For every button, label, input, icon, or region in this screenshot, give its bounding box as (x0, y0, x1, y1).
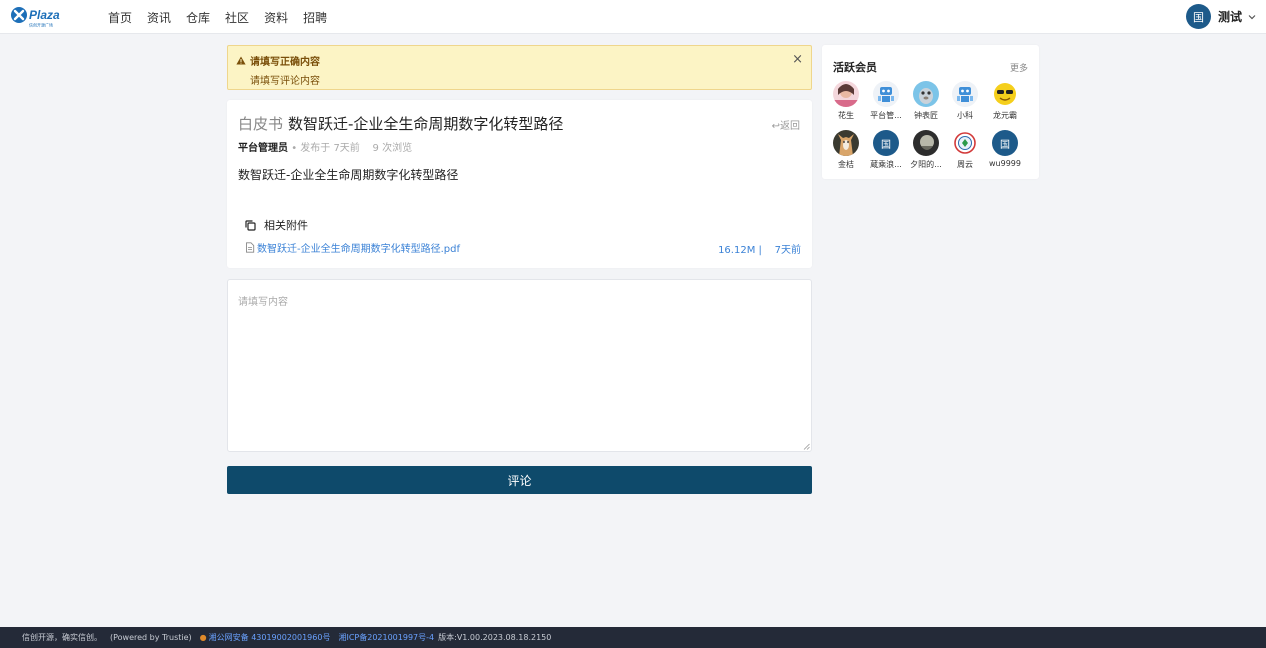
attachment-link[interactable]: 数智跃迁-企业全生命周期数字化转型路径.pdf (245, 240, 460, 255)
footer-slogan: 信创开源，确实信创。 (22, 633, 102, 642)
svg-text:Plaza: Plaza (29, 8, 60, 22)
attachment-time: 7天前 (774, 245, 801, 256)
close-icon[interactable]: × (792, 52, 803, 67)
active-members-panel: 活跃会员 更多 花生 平台管... 钟表匠 小科 龙元霸金桔 国蔵乘浪... 夕阳的... 周… (822, 45, 1039, 179)
member-name: 周云 (957, 160, 973, 169)
user-avatar: 国 (1185, 4, 1211, 29)
chevron-down-icon (1248, 14, 1256, 19)
comment-submit-button[interactable]: 评论 (227, 466, 812, 494)
alert-title: 请填写正确内容 (236, 53, 320, 68)
back-icon: ↩ (771, 121, 780, 132)
attachments-heading: 相关附件 (245, 217, 308, 233)
validation-alert: 请填写正确内容 请填写评论内容 × (227, 45, 812, 90)
member-name: 平台管... (870, 111, 902, 120)
member-avatar (833, 130, 859, 156)
footer-police-link[interactable]: 湘公网安备 43019002001960号 (209, 632, 331, 643)
post-author[interactable]: 平台管理员 (238, 143, 288, 154)
member-item[interactable]: 周云 (947, 130, 983, 170)
back-link[interactable]: ↩返回 (772, 117, 800, 132)
member-avatar (952, 81, 978, 107)
member-avatar: 国 (873, 130, 899, 156)
meta-dot: • (291, 143, 301, 154)
user-name: 测试 (1217, 10, 1242, 24)
comment-input[interactable] (228, 280, 811, 451)
attachment-gap (765, 245, 771, 256)
member-item[interactable]: 平台管... (868, 81, 904, 121)
member-item[interactable]: 国 wu9999 (987, 130, 1023, 168)
member-item[interactable]: 金桔 (828, 130, 864, 170)
footer: 信创开源，确实信创。 (Powered by Trustie) ● 湘公网安备 … (0, 627, 1266, 648)
member-avatar (952, 130, 978, 156)
member-avatar (992, 81, 1018, 107)
members-more-link[interactable]: 更多 (1010, 61, 1028, 74)
member-item[interactable]: 国蔵乘浪... (868, 130, 904, 170)
alert-message: 请填写评论内容 (250, 76, 320, 87)
footer-icp-link[interactable]: 湘ICP备2021001997号-4 (338, 632, 434, 643)
attachment-size: 16.12M (718, 245, 756, 256)
top-navbar: Plaza 信创开源广场 首页 资讯 仓库 社区 资料 招聘 国 测试 (0, 0, 1266, 34)
alert-title-text: 请填写正确内容 (250, 57, 320, 68)
member-name: 金桔 (838, 160, 854, 169)
back-label: 返回 (780, 121, 800, 132)
member-avatar (913, 130, 939, 156)
file-icon (246, 242, 255, 253)
post-title: 数智跃迁-企业全生命周期数字化转型路径 (288, 115, 564, 133)
footer-powered: (Powered by Trustie) (110, 633, 192, 642)
nav-community[interactable]: 社区 (225, 9, 249, 26)
attachment-info: 16.12M | 7天前 (718, 241, 801, 256)
nav-repos[interactable]: 仓库 (186, 9, 210, 26)
member-name: 夕阳的... (910, 160, 942, 169)
copy-icon (245, 219, 256, 231)
main-nav: 首页 资讯 仓库 社区 资料 招聘 (108, 0, 342, 34)
member-name: wu9999 (989, 159, 1021, 168)
attachments-heading-text: 相关附件 (264, 219, 308, 232)
nav-jobs[interactable]: 招聘 (303, 9, 327, 26)
police-badge-icon: ● (199, 633, 207, 642)
post-meta: 平台管理员 • 发布于 7天前 9 次浏览 (238, 139, 412, 154)
member-avatar (833, 81, 859, 107)
member-item[interactable]: 龙元霸 (987, 81, 1023, 121)
member-name: 龙元霸 (993, 111, 1017, 120)
member-name: 小科 (957, 111, 973, 120)
nav-resources[interactable]: 资料 (264, 9, 288, 26)
members-title: 活跃会员 (833, 61, 877, 74)
meta-gap (363, 143, 369, 154)
member-avatar: 国 (992, 130, 1018, 156)
member-avatar (913, 81, 939, 107)
post-published: 发布于 7天前 (300, 143, 360, 154)
resize-handle-icon[interactable] (803, 443, 810, 450)
attachment-separator: | (758, 245, 762, 256)
member-item[interactable]: 钟表匠 (908, 81, 944, 121)
footer-version: 版本:V1.00.2023.08.18.2150 (438, 633, 552, 642)
attachment-name: 数智跃迁-企业全生命周期数字化转型路径.pdf (257, 244, 461, 255)
user-menu[interactable]: 国 测试 (1185, 4, 1256, 29)
member-avatar (873, 81, 899, 107)
svg-text:信创开源广场: 信创开源广场 (29, 22, 53, 28)
member-item[interactable]: 夕阳的... (908, 130, 944, 170)
member-name: 钟表匠 (914, 111, 938, 120)
post-body: 数智跃迁-企业全生命周期数字化转型路径 (238, 168, 459, 182)
member-name: 蔵乘浪... (870, 160, 902, 169)
comment-editor (227, 279, 812, 452)
nav-news[interactable]: 资讯 (147, 9, 171, 26)
warning-icon (236, 56, 246, 65)
post-views: 9 次浏览 (372, 143, 413, 154)
post-card: 白皮书 数智跃迁-企业全生命周期数字化转型路径 ↩返回 平台管理员 • 发布于 … (227, 100, 812, 268)
post-category: 白皮书 (238, 115, 284, 133)
member-item[interactable]: 小科 (947, 81, 983, 121)
nav-home[interactable]: 首页 (108, 9, 132, 26)
member-item[interactable]: 花生 (828, 81, 864, 121)
plaza-logo[interactable]: Plaza 信创开源广场 (10, 6, 72, 28)
member-name: 花生 (838, 111, 854, 120)
